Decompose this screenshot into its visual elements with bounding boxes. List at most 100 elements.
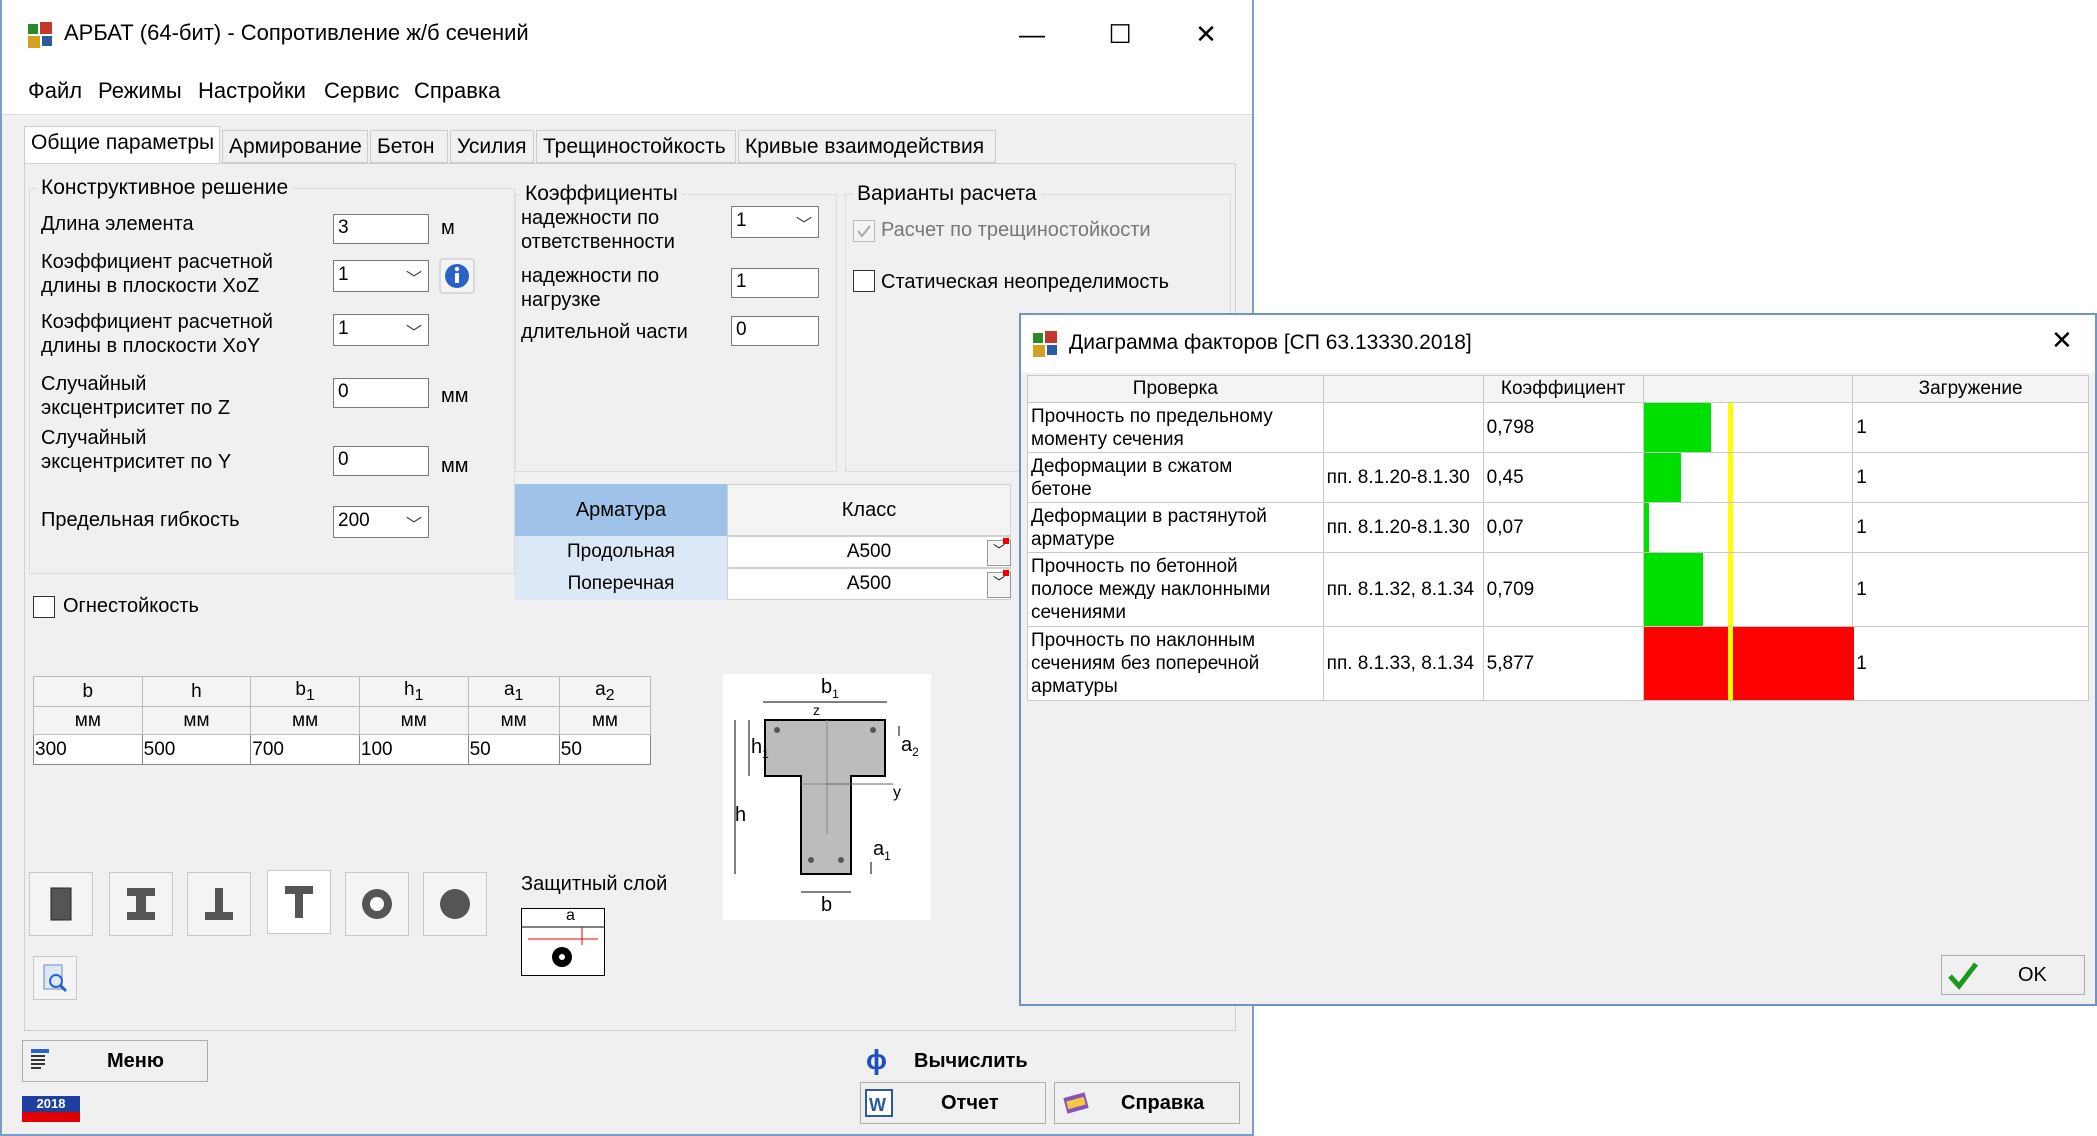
- menu-file[interactable]: Файл: [28, 78, 82, 104]
- length-unit: м: [441, 217, 455, 239]
- rebar-header-class: Класс: [727, 484, 1011, 536]
- protect-layer-diagram[interactable]: a: [521, 907, 605, 976]
- dim-unit: мм: [558, 706, 652, 735]
- check-text-line: Прочность по бетонной: [1031, 556, 1238, 577]
- dim-value-h1[interactable]: 100: [358, 734, 469, 765]
- circle-shape-icon: [440, 889, 470, 919]
- preview-button[interactable]: [33, 956, 77, 1000]
- factor-row[interactable]: Деформации в сжатом бетоне пп. 8.1.20-8.1.…: [1027, 452, 2089, 503]
- ey-unit: мм: [441, 455, 469, 477]
- chevron-down-icon: ﹀: [405, 271, 422, 288]
- ibeam-section-button[interactable]: [109, 872, 173, 936]
- t-section-button[interactable]: [267, 870, 331, 934]
- ok-button[interactable]: OK: [1941, 955, 2085, 995]
- length-input[interactable]: 3: [333, 214, 429, 244]
- length-label: Длина элемента: [41, 213, 194, 235]
- check-text-line: Прочность по предельному: [1031, 405, 1273, 427]
- factor-row[interactable]: Прочность по наклонным сечениям без попер…: [1027, 626, 2089, 701]
- magnifier-icon: [43, 964, 68, 993]
- factor-bar-cell: [1642, 402, 1854, 453]
- dim-unit: мм: [358, 706, 469, 735]
- minimize-button[interactable]: —: [1002, 10, 1062, 58]
- version-badge: 2018: [22, 1096, 80, 1124]
- dim-value-a2[interactable]: 50: [558, 734, 652, 765]
- ref-cell: пп. 8.1.20-8.1.30: [1322, 452, 1484, 503]
- kz-combo[interactable]: 1 ﹀: [333, 260, 429, 292]
- dim-unit: мм: [250, 706, 360, 735]
- fire-checkbox[interactable]: [33, 596, 55, 618]
- flex-combo[interactable]: 200 ﹀: [333, 506, 429, 538]
- long-input[interactable]: 0: [731, 316, 819, 346]
- header-ref: [1322, 375, 1484, 403]
- check-text-line: Прочность по наклонным: [1031, 630, 1256, 651]
- header-load: Загружение: [1852, 375, 2089, 403]
- phi-icon: ɸ: [866, 1044, 887, 1075]
- report-button[interactable]: W Отчет: [860, 1082, 1046, 1124]
- ref-cell: [1322, 402, 1484, 453]
- ez-unit: мм: [441, 385, 469, 407]
- tab-general[interactable]: Общие параметры: [24, 126, 220, 164]
- kz-label-1: Коэффициент расчетной: [41, 251, 273, 273]
- menu-button[interactable]: Меню: [22, 1040, 208, 1082]
- rebar-row-trans-class[interactable]: А500: [727, 568, 1011, 600]
- dim-value-a1[interactable]: 50: [467, 734, 560, 765]
- dim-value-b[interactable]: 300: [33, 734, 143, 765]
- help-button[interactable]: Справка: [1054, 1082, 1240, 1124]
- factor-bar: [1643, 503, 1650, 552]
- factor-row[interactable]: Прочность по предельному моменту сечения 0…: [1027, 402, 2089, 453]
- static-checkbox[interactable]: [853, 270, 875, 292]
- t-shape-icon: [285, 886, 313, 918]
- check-cell: Деформации в сжатом бетоне: [1027, 452, 1324, 503]
- circle-section-button[interactable]: [423, 872, 487, 936]
- ring-section-button[interactable]: [345, 872, 409, 936]
- rect-shape-icon: [50, 887, 72, 921]
- dim-value-b1[interactable]: 700: [250, 734, 360, 765]
- check-text-line: Деформации в растянутой: [1031, 505, 1267, 527]
- resp-label-2: ответственности: [521, 231, 675, 253]
- check-cell: Деформации в растянутой арматуре: [1027, 502, 1324, 553]
- load-input[interactable]: 1: [731, 268, 819, 298]
- chevron-down-icon: ﹀: [405, 325, 422, 342]
- tab-interaction[interactable]: Кривые взаимодействия: [738, 130, 996, 163]
- menu-modes[interactable]: Режимы: [98, 78, 182, 104]
- check-text-line: бетоне: [1031, 478, 1092, 500]
- app-icon: [28, 22, 52, 48]
- check-cell: Прочность по бетонной полосе между наклон…: [1027, 552, 1324, 627]
- info-icon[interactable]: [439, 258, 475, 294]
- ky-combo[interactable]: 1 ﹀: [333, 314, 429, 346]
- coef-cell: 0,798: [1482, 402, 1644, 453]
- ey-input[interactable]: 0: [333, 446, 429, 476]
- inverted-t-section-button[interactable]: [187, 872, 251, 936]
- fire-label: Огнестойкость: [63, 595, 199, 617]
- dim-value-h[interactable]: 500: [141, 734, 252, 765]
- rebar-long-class-value: А500: [846, 541, 892, 562]
- menu-service[interactable]: Сервис: [324, 78, 399, 104]
- factor-row[interactable]: Деформации в растянутой арматуре пп. 8.1.2…: [1027, 502, 2089, 553]
- tab-concrete[interactable]: Бетон: [370, 130, 448, 163]
- limit-line: [1727, 403, 1733, 452]
- calculate-button[interactable]: ɸ Вычислить: [860, 1040, 1046, 1082]
- factor-bar: [1643, 553, 1704, 626]
- ez-input[interactable]: 0: [333, 378, 429, 408]
- dim-header-h: h: [141, 676, 252, 707]
- limit-line: [1727, 453, 1733, 502]
- coef-cell: 5,877: [1482, 626, 1644, 701]
- menu-settings[interactable]: Настройки: [198, 78, 306, 104]
- factor-row[interactable]: Прочность по бетонной полосе между наклон…: [1027, 552, 2089, 627]
- tab-crack[interactable]: Трещиностойкость: [536, 130, 736, 163]
- dialog-close-button[interactable]: ✕: [2051, 325, 2073, 356]
- limit-line: [1727, 553, 1733, 626]
- ky-label-1: Коэффициент расчетной: [41, 311, 273, 333]
- crack-checkbox[interactable]: [853, 220, 875, 242]
- menu-help[interactable]: Справка: [414, 78, 500, 104]
- tab-reinforcement[interactable]: Армирование: [222, 130, 368, 163]
- resp-combo[interactable]: 1 ﹀: [731, 206, 819, 238]
- maximize-button[interactable]: ☐: [1090, 10, 1150, 58]
- rect-section-button[interactable]: [29, 872, 93, 936]
- tab-forces[interactable]: Усилия: [450, 130, 534, 163]
- header-bar: [1642, 375, 1854, 403]
- rebar-row-long-class[interactable]: А500: [727, 536, 1011, 568]
- factor-table: Проверка Коэффициент Загружение Прочност…: [1027, 375, 2089, 701]
- ibeam-shape-icon: [127, 888, 155, 920]
- close-button[interactable]: ✕: [1176, 10, 1236, 58]
